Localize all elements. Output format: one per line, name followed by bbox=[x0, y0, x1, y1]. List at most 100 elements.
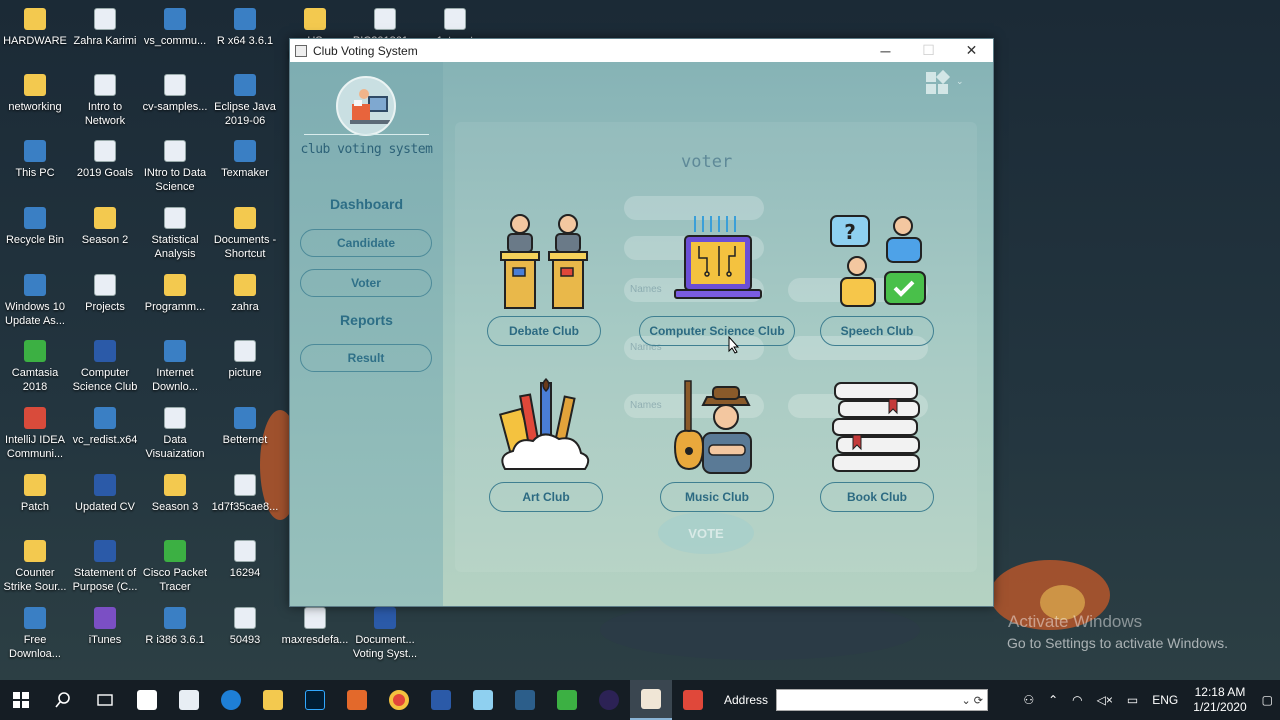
word-icon[interactable] bbox=[420, 680, 462, 720]
desktop-icon[interactable]: Data Visuaization bbox=[140, 407, 210, 461]
network-icon[interactable]: ◠ bbox=[1072, 693, 1082, 707]
debate-club-button[interactable]: Debate Club bbox=[487, 316, 601, 346]
close-button[interactable]: ✕ bbox=[950, 39, 993, 62]
grid-menu-icon[interactable] bbox=[926, 69, 951, 96]
desktop-icon[interactable]: HARDWARE bbox=[0, 8, 70, 48]
desktop-icon[interactable]: R i386 3.6.1 bbox=[140, 607, 210, 647]
desktop-icon-label: Camtasia 2018 bbox=[11, 367, 59, 393]
desktop-icon-label: Cisco Packet Tracer bbox=[142, 567, 208, 593]
sidebar: club voting system Dashboard Candidate V… bbox=[290, 62, 443, 606]
computer-science-club-button[interactable]: Computer Science Club bbox=[639, 316, 795, 346]
desktop-icon[interactable]: R x64 3.6.1 bbox=[210, 8, 280, 48]
desktop-icon-label: Computer Science Club bbox=[72, 367, 138, 393]
desktop-icon[interactable]: Statement of Purpose (C... bbox=[70, 540, 140, 594]
desktop-icon[interactable]: Season 3 bbox=[140, 474, 210, 514]
minimize-button[interactable]: ─ bbox=[864, 39, 907, 62]
desktop-icon[interactable]: Programm... bbox=[140, 274, 210, 314]
desktop-icon-label: Season 3 bbox=[151, 501, 199, 513]
codeblocks-icon[interactable] bbox=[672, 680, 714, 720]
desktop-icon[interactable]: Statistical Analysis bbox=[140, 207, 210, 261]
eclipse-icon[interactable] bbox=[588, 680, 630, 720]
desktop-icon[interactable]: 1d7f35cae8... bbox=[210, 474, 280, 514]
app-icon bbox=[164, 340, 186, 362]
desktop-icon[interactable]: Internet Downlo... bbox=[140, 340, 210, 394]
maximize-button[interactable]: ☐ bbox=[907, 39, 950, 62]
desktop-icon[interactable]: cv-samples... bbox=[140, 74, 210, 114]
desktop-icon[interactable]: Projects bbox=[70, 274, 140, 314]
edge-icon[interactable] bbox=[210, 680, 252, 720]
address-input[interactable]: ⌄ ⟳ bbox=[776, 689, 989, 711]
battery-icon[interactable]: ▭ bbox=[1127, 693, 1138, 707]
mail-icon[interactable] bbox=[126, 680, 168, 720]
task-view-icon[interactable] bbox=[84, 680, 126, 720]
title-bar[interactable]: Club Voting System ─ ☐ ✕ bbox=[290, 39, 993, 62]
desktop-icon[interactable]: Counter Strike Sour... bbox=[0, 540, 70, 594]
language-indicator[interactable]: ENG bbox=[1152, 693, 1178, 707]
desktop-icon[interactable]: Texmaker bbox=[210, 140, 280, 180]
desktop-icon-label: Statement of Purpose (C... bbox=[72, 567, 138, 593]
paint-icon[interactable] bbox=[462, 680, 504, 720]
desktop-icon[interactable]: 50493 bbox=[210, 607, 280, 647]
desktop-icon[interactable]: Betternet bbox=[210, 407, 280, 447]
chevron-up-icon[interactable]: ⌃ bbox=[1048, 693, 1058, 707]
desktop-icon[interactable]: INtro to Data Science bbox=[140, 140, 210, 194]
desktop-icon[interactable]: vc_redist.x64 bbox=[70, 407, 140, 447]
book-club-button[interactable]: Book Club bbox=[820, 482, 934, 512]
chrome-icon[interactable] bbox=[378, 680, 420, 720]
desktop-icon[interactable]: Updated CV bbox=[70, 474, 140, 514]
chevron-down-icon[interactable]: ⌄ bbox=[956, 76, 964, 87]
desktop-icon[interactable]: 2019 Goals bbox=[70, 140, 140, 180]
desktop-icon[interactable]: Season 2 bbox=[70, 207, 140, 247]
dashboard-heading[interactable]: Dashboard bbox=[290, 196, 443, 212]
camtasia-icon[interactable] bbox=[546, 680, 588, 720]
result-button[interactable]: Result bbox=[300, 344, 432, 372]
desktop-icon[interactable]: 16294 bbox=[210, 540, 280, 580]
word-icon bbox=[94, 540, 116, 562]
desktop-icon[interactable]: Windows 10 Update As... bbox=[0, 274, 70, 328]
matlab-icon[interactable] bbox=[336, 680, 378, 720]
clock[interactable]: 12:18 AM 1/21/2020 bbox=[1193, 685, 1246, 715]
file-explorer-icon[interactable] bbox=[252, 680, 294, 720]
desktop-icon[interactable]: Patch bbox=[0, 474, 70, 514]
address-label: Address bbox=[724, 693, 769, 707]
desktop-icon[interactable]: zahra bbox=[210, 274, 280, 314]
java-app-icon[interactable] bbox=[630, 680, 672, 720]
desktop-icon[interactable]: picture bbox=[210, 340, 280, 380]
notification-icon[interactable]: ▢ bbox=[1262, 693, 1273, 707]
purple-icon bbox=[94, 607, 116, 629]
store-icon[interactable] bbox=[168, 680, 210, 720]
desktop-icon[interactable]: maxresdefa... bbox=[280, 607, 350, 647]
desktop-icon[interactable]: Cisco Packet Tracer bbox=[140, 540, 210, 594]
desktop-icon[interactable]: iTunes bbox=[70, 607, 140, 647]
reports-heading[interactable]: Reports bbox=[290, 312, 443, 328]
desktop-icon[interactable]: Eclipse Java 2019-06 bbox=[210, 74, 280, 128]
art-club-button[interactable]: Art Club bbox=[489, 482, 603, 512]
music-club-button[interactable]: Music Club bbox=[660, 482, 774, 512]
people-icon[interactable]: ⚇ bbox=[1023, 693, 1034, 707]
folder-icon bbox=[24, 74, 46, 96]
folder-icon bbox=[164, 474, 186, 496]
volume-icon[interactable]: ◁× bbox=[1097, 693, 1113, 707]
desktop-icon[interactable]: Zahra Karimi bbox=[70, 8, 140, 48]
search-icon[interactable] bbox=[42, 680, 84, 720]
voter-button[interactable]: Voter bbox=[300, 269, 432, 297]
desktop-icon[interactable]: vs_commu... bbox=[140, 8, 210, 48]
desktop-icon[interactable]: Computer Science Club bbox=[70, 340, 140, 394]
speech-club-button[interactable]: Speech Club bbox=[820, 316, 934, 346]
start-windows-icon[interactable] bbox=[0, 680, 42, 720]
photoshop-icon[interactable] bbox=[294, 680, 336, 720]
desktop-icon[interactable]: Document... Voting Syst... bbox=[350, 607, 420, 661]
desktop-icon[interactable]: Camtasia 2018 bbox=[0, 340, 70, 394]
desktop-icon-label: networking bbox=[8, 101, 62, 113]
visual-studio-icon[interactable] bbox=[504, 680, 546, 720]
desktop-icon[interactable]: Recycle Bin bbox=[0, 207, 70, 247]
desktop-icon[interactable]: Intro to Network bbox=[70, 74, 140, 128]
candidate-button[interactable]: Candidate bbox=[300, 229, 432, 257]
desktop-icon[interactable]: Documents - Shortcut bbox=[210, 207, 280, 261]
desktop-icon[interactable]: IntelliJ IDEA Communi... bbox=[0, 407, 70, 461]
desktop-icon[interactable]: networking bbox=[0, 74, 70, 114]
activation-watermark-title: Activate Windows bbox=[1008, 612, 1143, 631]
desktop-icon[interactable]: Free Downloa... bbox=[0, 607, 70, 661]
folder-icon bbox=[94, 207, 116, 229]
desktop-icon[interactable]: This PC bbox=[0, 140, 70, 180]
